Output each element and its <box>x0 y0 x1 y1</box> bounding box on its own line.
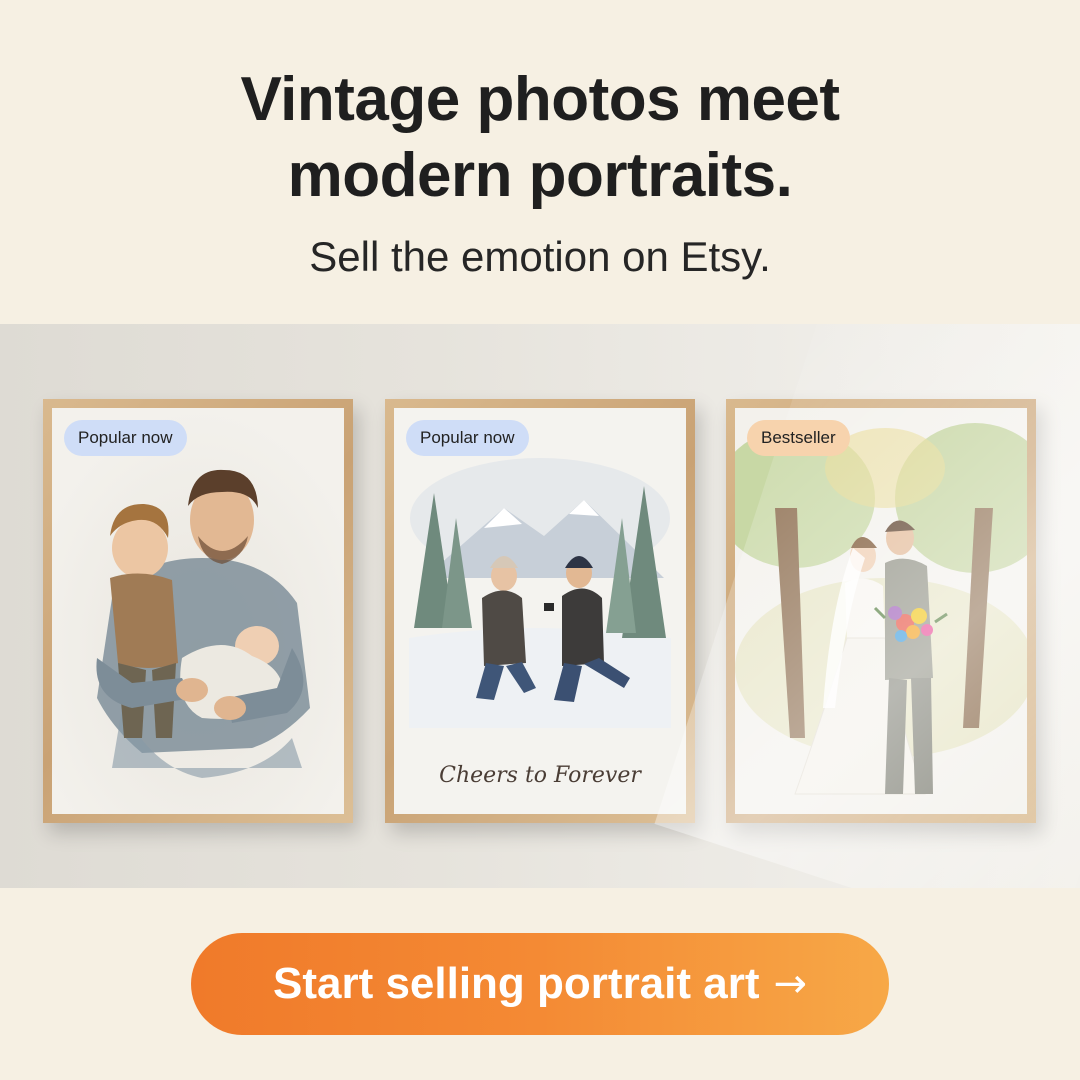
portrait-caption: Cheers to Forever <box>439 763 641 788</box>
headline: Vintage photos meet modern portraits. <box>0 62 1080 214</box>
headline-line-1: Vintage photos meet <box>240 65 840 134</box>
popular-now-badge: Popular now <box>64 420 187 456</box>
subheadline: Sell the emotion on Etsy. <box>309 233 771 280</box>
portrait-frame-proposal[interactable]: Popular now Cheers to Forever <box>385 399 695 823</box>
start-selling-button[interactable]: Start selling portrait art → <box>191 933 889 1035</box>
bestseller-badge: Bestseller <box>747 420 850 456</box>
portrait-paper: Popular now <box>52 408 344 814</box>
gallery-wall: Popular now Popular now Cheers to Foreve… <box>0 324 1080 888</box>
portrait-frame-family[interactable]: Popular now <box>43 399 353 823</box>
hero-section: Vintage photos meet modern portraits. Se… <box>0 0 1080 322</box>
cta-label: Start selling portrait art <box>272 959 760 1008</box>
portrait-paper: Bestseller <box>735 408 1027 814</box>
wedding-couple-illustration <box>735 408 1027 814</box>
portrait-paper: Popular now <box>394 408 686 814</box>
popular-now-badge: Popular now <box>406 420 529 456</box>
arrow-right-icon: → <box>773 961 808 1007</box>
father-children-illustration <box>52 408 344 814</box>
winter-proposal-illustration <box>394 408 686 814</box>
headline-line-2: modern portraits. <box>287 141 793 210</box>
portrait-frame-wedding[interactable]: Bestseller <box>726 399 1036 823</box>
